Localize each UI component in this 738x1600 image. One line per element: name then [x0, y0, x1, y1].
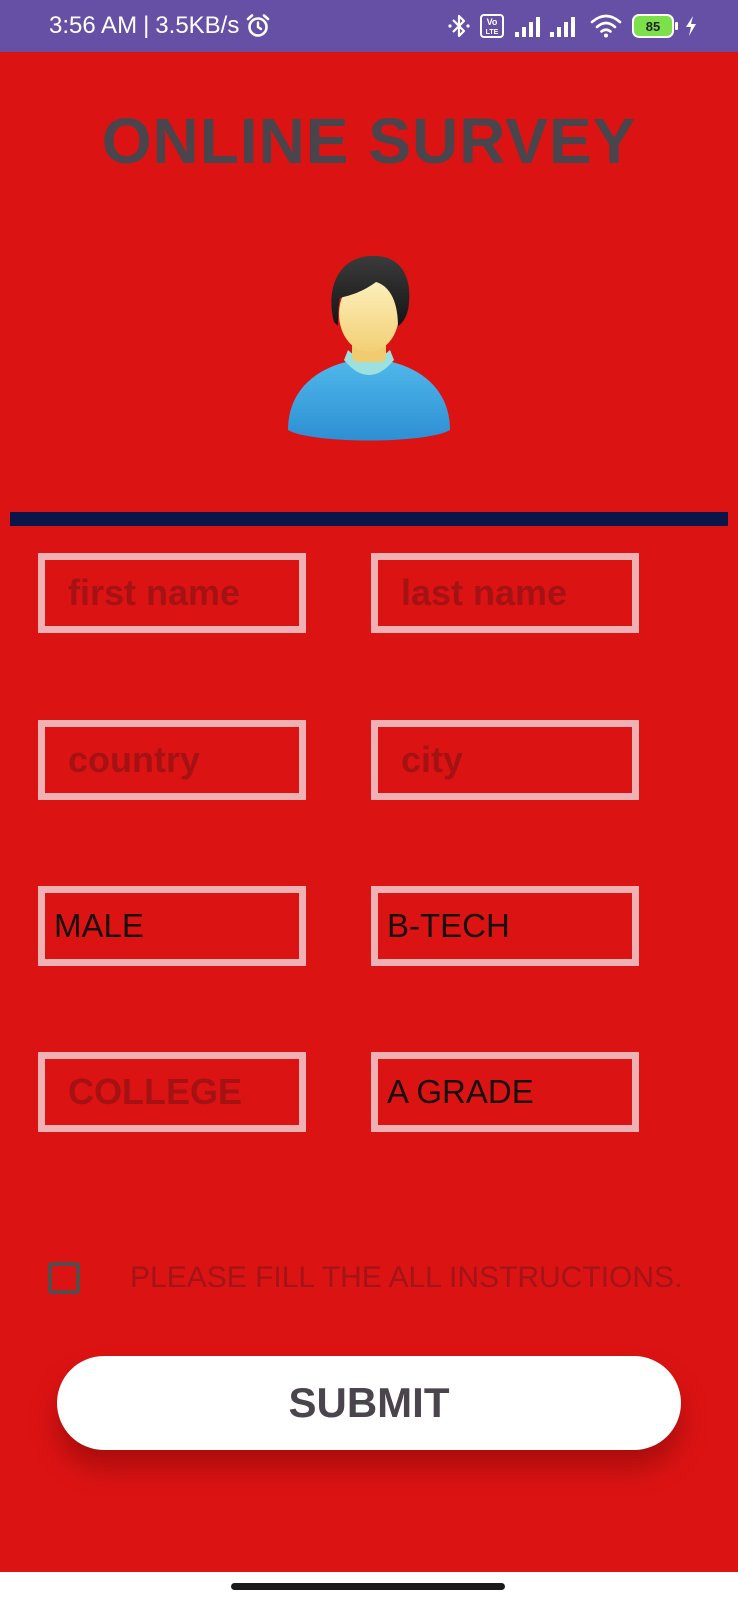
svg-text:Vo: Vo: [487, 17, 498, 27]
status-time: 3:56 AM: [49, 12, 138, 39]
status-left: 3:56 AM | 3.5KB/s: [49, 0, 271, 52]
divider: [10, 512, 728, 526]
volte-icon: Vo LTE: [480, 14, 504, 38]
degree-input[interactable]: [378, 893, 632, 959]
status-right: Vo LTE 85: [448, 0, 698, 52]
wifi-icon: [590, 14, 622, 38]
gender-input[interactable]: [45, 893, 299, 959]
status-separator: |: [143, 12, 150, 39]
last-name-field[interactable]: [371, 553, 639, 633]
gender-field[interactable]: [38, 886, 306, 966]
navigation-bar: [0, 1572, 738, 1600]
city-input[interactable]: [378, 727, 632, 793]
battery-level: 85: [645, 18, 661, 34]
status-bar: 3:56 AM | 3.5KB/s Vo LTE 85: [0, 0, 738, 52]
college-input[interactable]: [45, 1059, 299, 1125]
country-input[interactable]: [45, 727, 299, 793]
alarm-icon: [247, 14, 270, 37]
page-title: ONLINE SURVEY: [101, 105, 637, 177]
instructions-checkbox[interactable]: [48, 1262, 80, 1294]
grade-input[interactable]: [378, 1059, 632, 1125]
degree-field[interactable]: [371, 886, 639, 966]
instructions-label: PLEASE FILL THE ALL INSTRUCTIONS.: [130, 1261, 683, 1294]
bluetooth-icon: [448, 14, 470, 38]
charging-icon: [686, 16, 696, 36]
survey-screen: ONLINE SURVEY first name last name count…: [0, 52, 738, 1572]
city-field[interactable]: [371, 720, 639, 800]
college-field[interactable]: [38, 1052, 306, 1132]
instructions-checkbox-row[interactable]: PLEASE FILL THE ALL INSTRUCTIONS.: [48, 1254, 682, 1302]
status-speed: 3.5KB/s: [155, 12, 240, 39]
signal-icon: [515, 17, 575, 37]
svg-text:LTE: LTE: [486, 29, 499, 36]
submit-button[interactable]: SUBMIT: [57, 1356, 681, 1450]
first-name-field[interactable]: [38, 553, 306, 633]
first-name-input[interactable]: [45, 560, 299, 626]
user-avatar-icon: [288, 255, 450, 441]
country-field[interactable]: [38, 720, 306, 800]
home-indicator[interactable]: [231, 1583, 505, 1590]
last-name-input[interactable]: [378, 560, 632, 626]
battery-indicator: 85: [632, 14, 678, 38]
grade-field[interactable]: [371, 1052, 639, 1132]
